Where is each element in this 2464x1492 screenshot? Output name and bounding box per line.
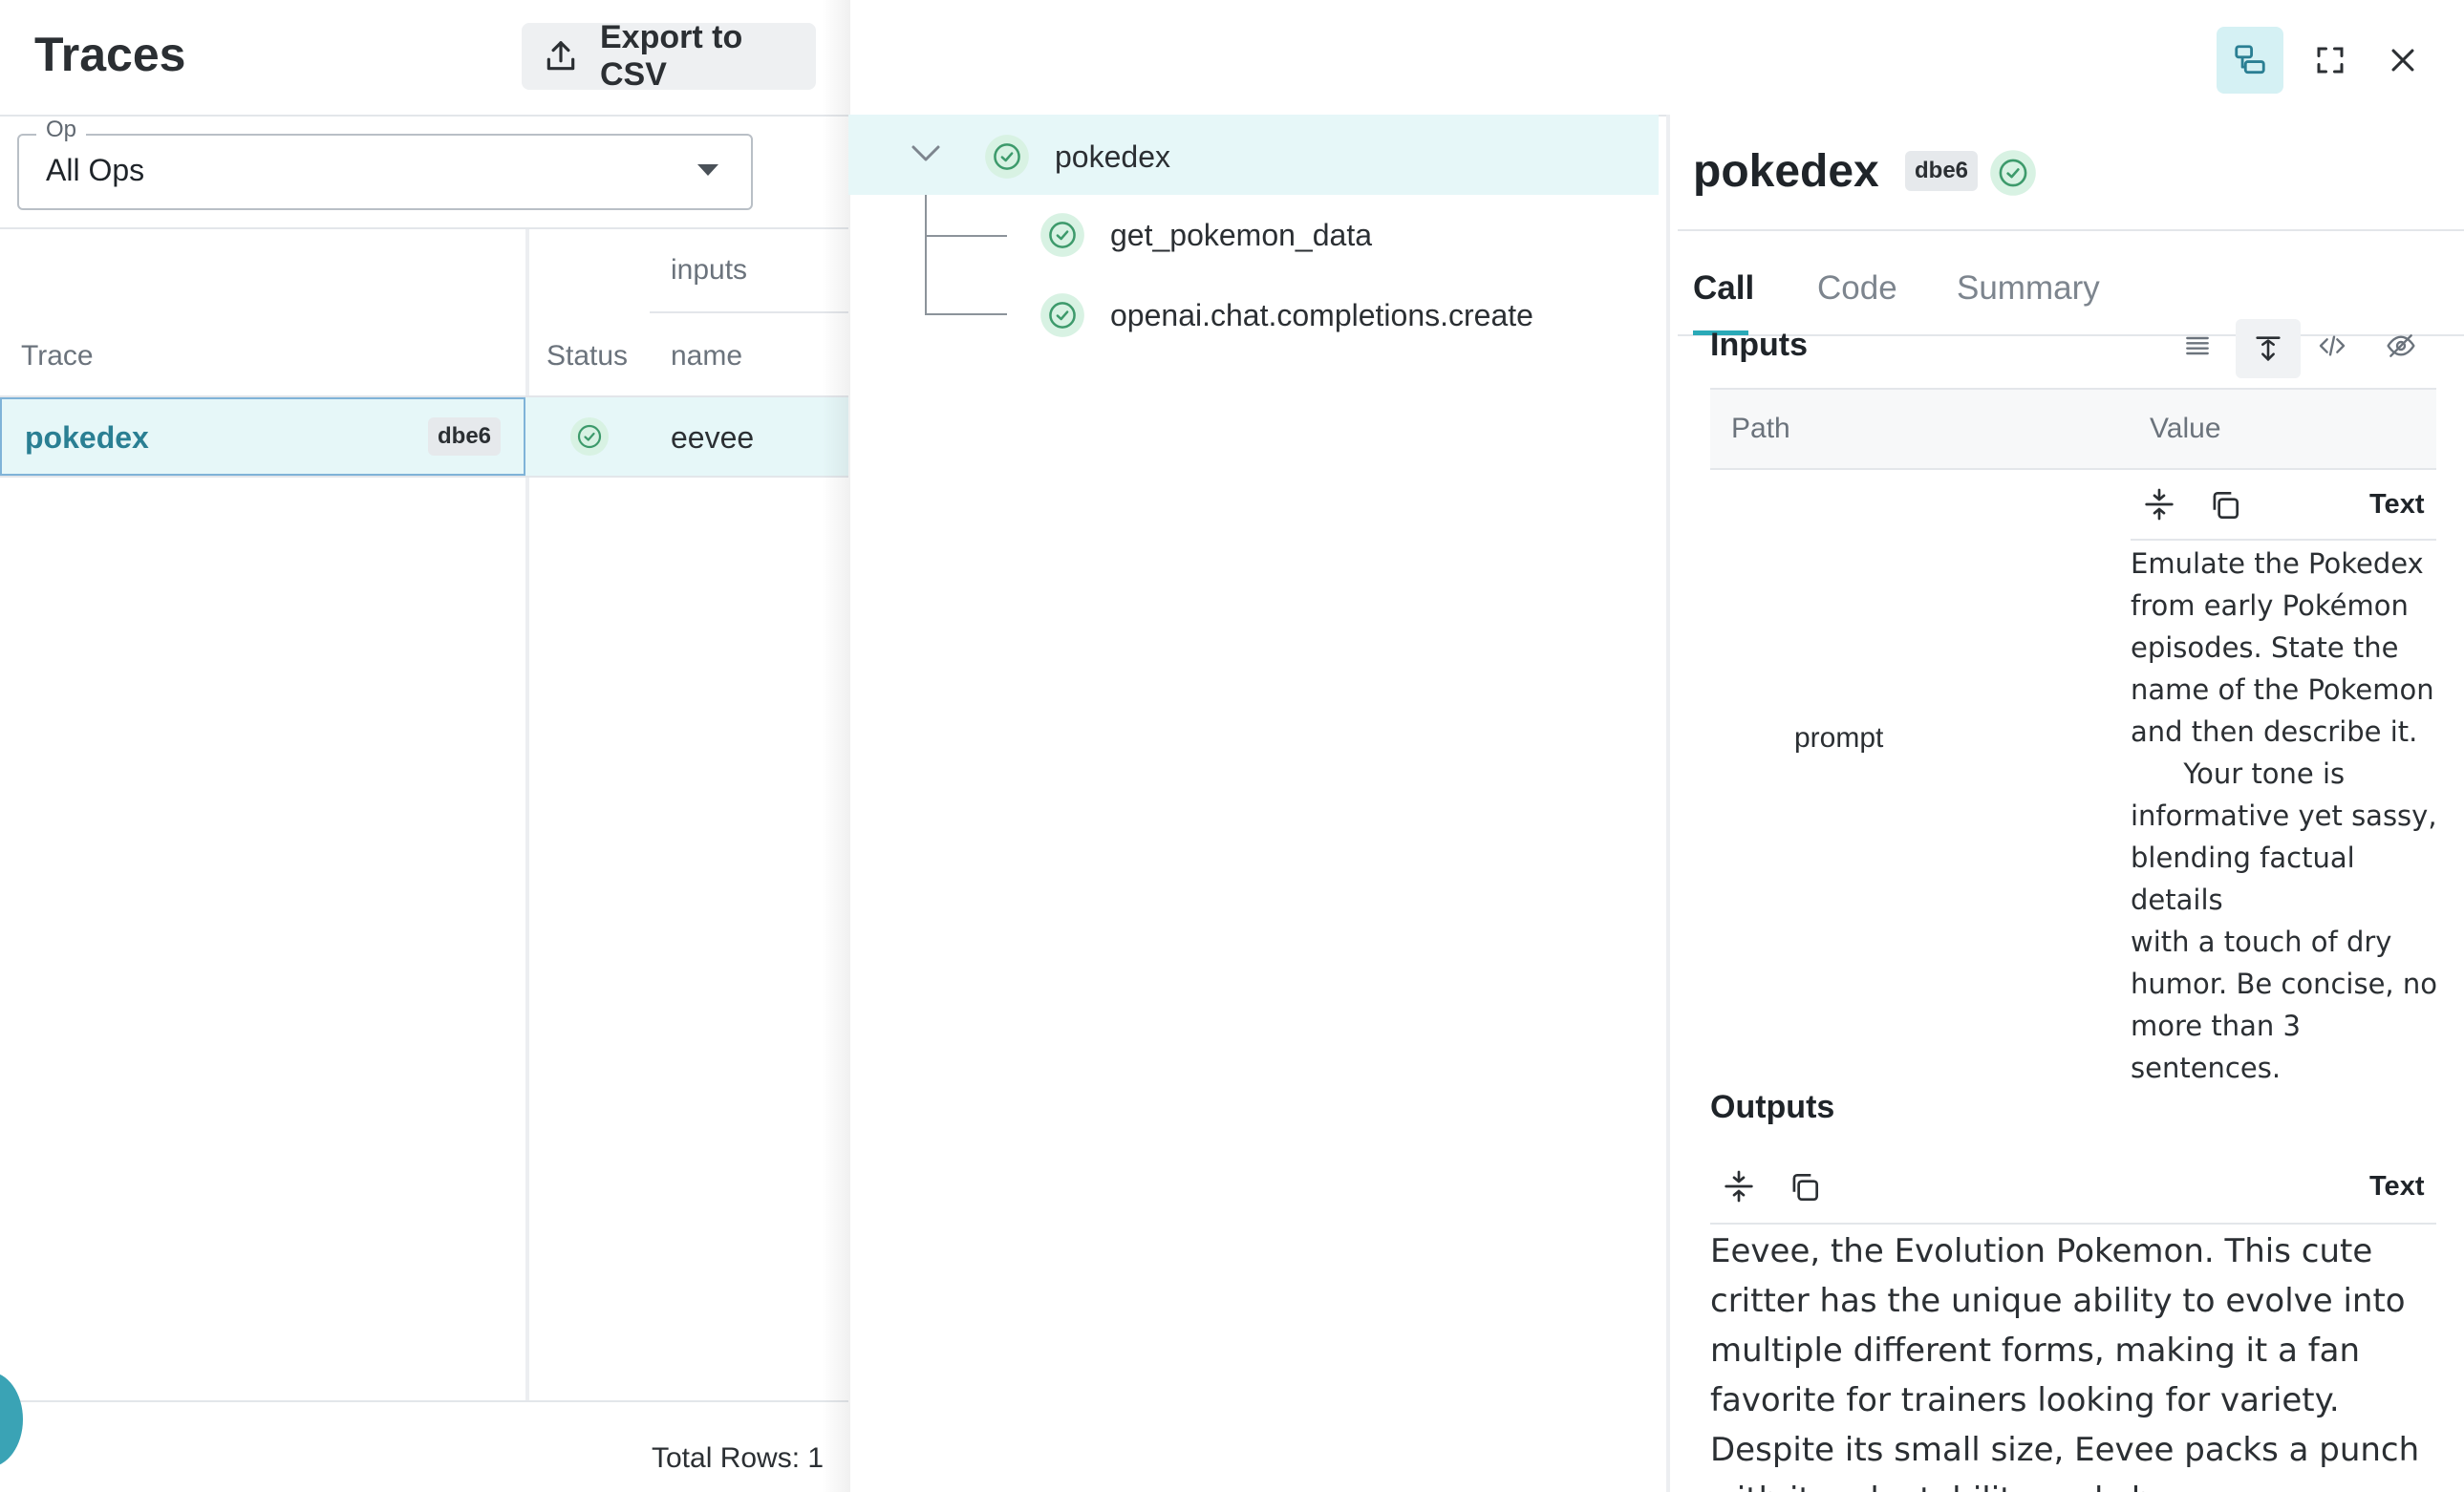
- output-value: Eevee, the Evolution Pokemon. This cute …: [1710, 1232, 2420, 1492]
- column-group-inputs: inputs: [671, 254, 748, 286]
- header-divider: [0, 115, 848, 117]
- column-header-name[interactable]: name: [671, 340, 742, 373]
- panel-shadow: [822, 0, 850, 1492]
- list-icon[interactable]: [2182, 330, 2213, 361]
- column-header-trace[interactable]: Trace: [21, 340, 94, 373]
- expand-button[interactable]: [2236, 319, 2301, 378]
- caret-down-icon[interactable]: [696, 162, 720, 178]
- input-name-cell: eevee: [671, 420, 755, 455]
- tree-connector: [925, 313, 1007, 315]
- fullscreen-icon: [2313, 43, 2347, 77]
- output-format-label[interactable]: Text: [2369, 1171, 2424, 1203]
- close-icon: [2387, 44, 2419, 76]
- tab-summary[interactable]: Summary: [1957, 269, 2100, 308]
- check-circle-icon: [1039, 292, 1085, 338]
- tab-code[interactable]: Code: [1817, 269, 1897, 308]
- expand-icon: [2252, 332, 2284, 365]
- op-filter-label: Op: [36, 117, 87, 143]
- close-button[interactable]: [2369, 27, 2436, 94]
- eye-off-icon[interactable]: [2385, 330, 2417, 361]
- tree-item-get-pokemon-data[interactable]: get_pokemon_data: [1110, 218, 1372, 253]
- upload-icon: [543, 38, 579, 75]
- total-rows: Total Rows: 1: [652, 1442, 825, 1474]
- title-divider: [1678, 229, 2464, 231]
- tree-item-openai-create[interactable]: openai.chat.completions.create: [1110, 298, 1533, 333]
- inputs-table-header: [1710, 390, 2436, 468]
- input-value-prompt: Emulate the Pokedex from early Pokémon e…: [2131, 547, 2437, 1084]
- value-toolbar-divider: [2131, 539, 2436, 541]
- tree-connector: [925, 235, 1007, 237]
- pane-resize-handle[interactable]: [1666, 115, 1670, 1492]
- input-path-prompt: prompt: [1794, 722, 1884, 754]
- table-divider: [0, 227, 848, 229]
- call-id-badge: dbe6: [1905, 151, 1979, 191]
- check-circle-icon: [984, 134, 1030, 180]
- tree-view-button[interactable]: [2217, 27, 2283, 94]
- help-button[interactable]: [0, 1372, 23, 1467]
- column-header-status[interactable]: Status: [546, 340, 628, 373]
- output-toolbar-divider: [1710, 1223, 2436, 1225]
- value-format-label[interactable]: Text: [2369, 489, 2424, 521]
- code-icon[interactable]: [2316, 330, 2348, 361]
- inputs-section-title: Inputs: [1710, 327, 1808, 363]
- check-circle-icon: [569, 416, 610, 457]
- tab-call[interactable]: Call: [1693, 269, 1754, 308]
- export-csv-label: Export to CSV: [600, 19, 743, 93]
- check-circle-icon: [1039, 212, 1085, 258]
- fullscreen-button[interactable]: [2297, 27, 2364, 94]
- trace-id-badge: dbe6: [428, 417, 502, 456]
- tree-connector: [925, 195, 927, 315]
- tree-item-label[interactable]: pokedex: [1055, 139, 1170, 175]
- column-header-value: Value: [2150, 413, 2221, 444]
- traces-panel: Traces Export to CSV Op All Ops inputs T…: [0, 0, 848, 1492]
- inputs-table-divider: [1710, 468, 2436, 470]
- copy-icon[interactable]: [2207, 487, 2243, 523]
- footer-divider: [0, 1400, 848, 1402]
- copy-icon[interactable]: [1787, 1169, 1823, 1205]
- column-header-path: Path: [1731, 413, 1790, 444]
- trace-name[interactable]: pokedex: [25, 420, 149, 456]
- column-group-divider: [650, 311, 848, 313]
- check-circle-icon: [1989, 149, 2037, 197]
- call-title: pokedex: [1693, 146, 1879, 197]
- outputs-section-title: Outputs: [1710, 1089, 1835, 1125]
- tree-item-root[interactable]: [848, 115, 1659, 195]
- collapse-icon[interactable]: [2140, 485, 2178, 523]
- collapse-icon[interactable]: [1720, 1167, 1758, 1205]
- op-filter-value: All Ops: [46, 153, 145, 187]
- export-csv-button[interactable]: Export to CSV: [522, 19, 816, 93]
- page-title: Traces: [34, 28, 186, 81]
- chevron-down-icon[interactable]: [910, 143, 942, 164]
- tree-view-icon: [2232, 42, 2268, 78]
- row-divider: [0, 476, 848, 478]
